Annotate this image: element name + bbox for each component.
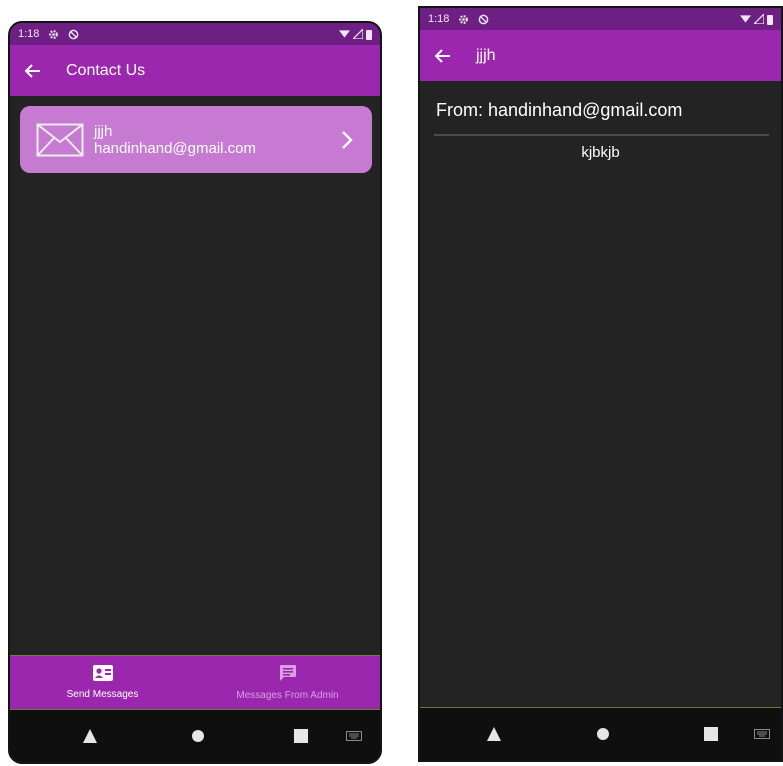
app-bar: jjjh [420,30,781,81]
message-detail: From: handinhand@gmail.com kjbkjb [420,81,781,707]
message-sender-email: handinhand@gmail.com [94,139,256,157]
cell-signal-icon [754,14,764,24]
settings-gear-icon [48,29,59,40]
message-list-item[interactable]: jjjh handinhand@gmail.com [20,106,372,173]
nav-label: Send Messages [66,689,139,700]
system-navigation-bar [10,709,380,762]
keyboard-icon[interactable] [754,729,770,739]
recents-square-icon[interactable] [294,729,308,743]
nav-send-messages[interactable]: Send Messages [10,656,195,709]
message-detail-screen: 1:18 jjjh From: handinhand@gmail.com kjb… [418,6,783,762]
status-bar: 1:18 [420,8,781,30]
page-title: Contact Us [66,61,146,79]
message-from: From: handinhand@gmail.com [436,100,683,120]
back-triangle-icon[interactable] [486,726,502,742]
page-title: jjjh [476,46,496,64]
data-saver-icon [68,29,79,40]
system-navigation-bar [420,707,781,760]
message-list: jjjh handinhand@gmail.com [10,96,380,655]
home-circle-icon[interactable] [596,727,610,741]
home-circle-icon[interactable] [191,729,205,743]
back-triangle-icon[interactable] [82,728,98,744]
status-time: 1:18 [428,13,450,25]
chevron-right-icon [340,130,354,150]
bottom-navigation: Send Messages Messages From Admin [10,655,380,709]
cell-signal-icon [353,29,363,39]
contact-us-screen: 1:18 Contact Us jjjh handinhand@gmail.co… [8,21,382,764]
back-arrow-icon[interactable] [22,60,44,82]
message-body: kjbkjb [581,144,620,161]
recents-square-icon[interactable] [704,727,718,741]
battery-icon [366,29,372,40]
envelope-icon [36,123,84,157]
wifi-icon [339,29,350,39]
app-bar: Contact Us [10,45,380,96]
divider [434,134,769,136]
contact-card-icon [92,665,113,686]
nav-messages-from-admin[interactable]: Messages From Admin [195,656,380,709]
status-time: 1:18 [18,28,40,40]
data-saver-icon [478,14,489,25]
wifi-icon [740,14,751,24]
keyboard-icon[interactable] [346,731,362,741]
back-arrow-icon[interactable] [432,45,454,67]
status-bar: 1:18 [10,23,380,45]
message-sender-name: jjjh [94,122,113,140]
chat-message-icon [279,664,297,687]
settings-gear-icon [458,14,469,25]
nav-label: Messages From Admin [236,690,339,701]
battery-icon [767,14,773,25]
